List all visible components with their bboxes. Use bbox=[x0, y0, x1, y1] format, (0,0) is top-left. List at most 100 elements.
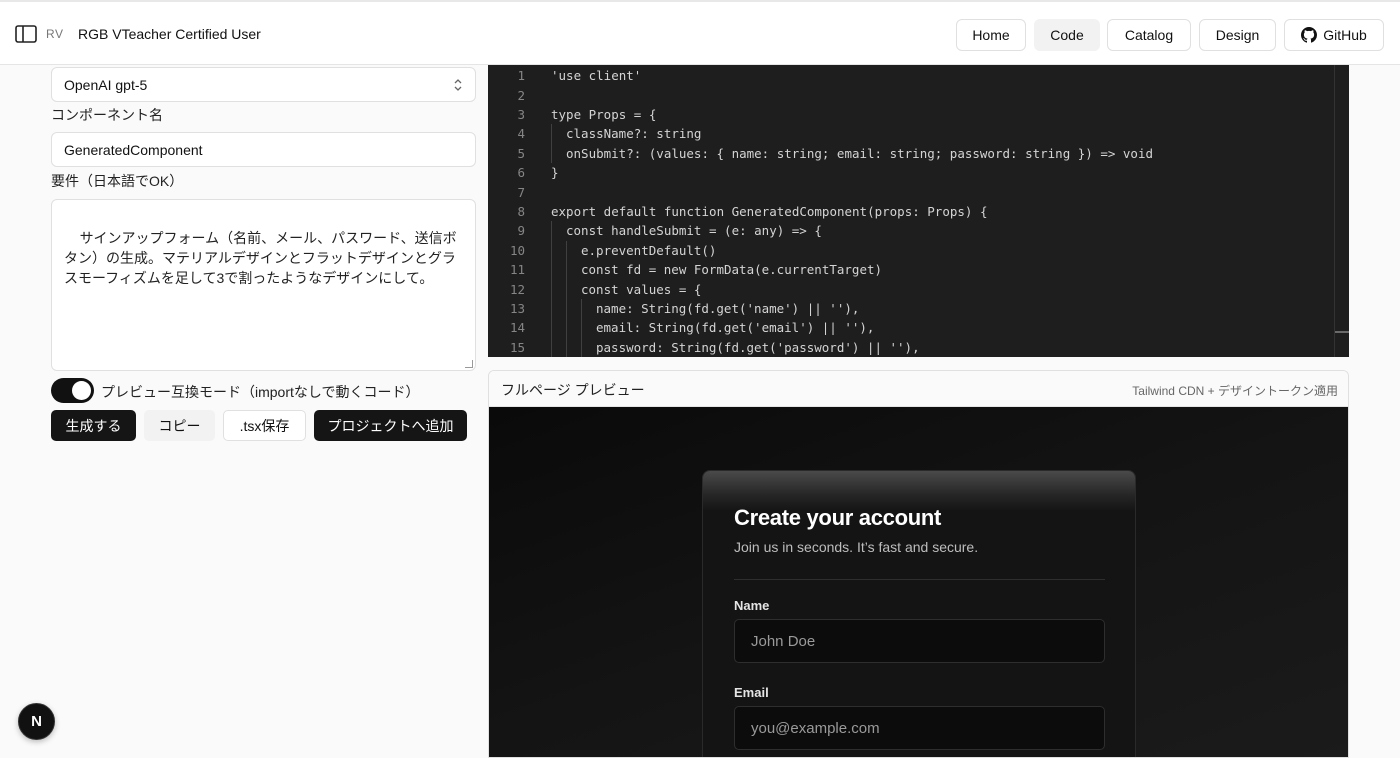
code-line: 9 const handleSubmit = (e: any) => { bbox=[488, 221, 1333, 241]
resize-handle[interactable] bbox=[465, 360, 473, 368]
indent-guide bbox=[581, 337, 582, 357]
preview-header: フルページ プレビュー Tailwind CDN + デザイントークン適用 bbox=[489, 371, 1348, 407]
generate-label: 生成する bbox=[65, 417, 122, 434]
line-number: 8 bbox=[517, 203, 525, 219]
indent-guide bbox=[551, 221, 552, 241]
indent-guide bbox=[566, 279, 567, 299]
email-field[interactable]: you@example.com bbox=[734, 706, 1105, 750]
top-bar: RV RGB VTeacher Certified User Home Code… bbox=[0, 0, 1400, 65]
generate-button[interactable]: 生成する bbox=[51, 410, 136, 441]
line-number: 14 bbox=[509, 320, 525, 336]
code-line: 14 email: String(fd.get('email') || ''), bbox=[488, 318, 1333, 338]
email-placeholder: you@example.com bbox=[751, 719, 880, 737]
nextjs-dev-button[interactable]: N bbox=[18, 703, 55, 740]
component-name-input[interactable]: GeneratedComponent bbox=[51, 132, 476, 167]
copy-label: コピー bbox=[158, 417, 201, 434]
code-line: 4 className?: string bbox=[488, 124, 1333, 144]
name-field-label: Name bbox=[734, 598, 770, 613]
preview-panel: フルページ プレビュー Tailwind CDN + デザイントークン適用 Cr… bbox=[488, 370, 1349, 758]
sidebar-toggle-icon[interactable] bbox=[15, 25, 37, 43]
indent-guide bbox=[551, 260, 552, 280]
code-text: onSubmit?: (values: { name: string; emai… bbox=[566, 145, 1153, 161]
add-to-project-label: プロジェクトへ追加 bbox=[327, 417, 454, 434]
indent-guide bbox=[581, 318, 582, 338]
indent-guide bbox=[566, 318, 567, 338]
line-number: 15 bbox=[509, 339, 525, 355]
line-number: 4 bbox=[517, 126, 525, 142]
signup-card: Create your account Join us in seconds. … bbox=[702, 470, 1136, 757]
email-field-label: Email bbox=[734, 685, 769, 700]
requirements-textarea[interactable]: サインアップフォーム（名前、メール、パスワード、送信ボタン）の生成。マテリアルデ… bbox=[51, 199, 476, 371]
editor-scrollbar[interactable] bbox=[1334, 65, 1335, 357]
indent-guide bbox=[566, 260, 567, 280]
code-line: 3 type Props = { bbox=[488, 105, 1333, 124]
line-number: 2 bbox=[517, 87, 525, 103]
preview-title: フルページ プレビュー bbox=[501, 382, 645, 398]
name-placeholder: John Doe bbox=[751, 632, 816, 650]
code-text: type Props = { bbox=[551, 106, 657, 122]
indent-guide bbox=[566, 298, 567, 319]
line-number: 10 bbox=[509, 242, 525, 258]
component-name-label: コンポーネント名 bbox=[51, 107, 163, 123]
code-text: const fd = new FormData(e.currentTarget) bbox=[581, 262, 883, 278]
code-text: 'use client' bbox=[551, 68, 642, 84]
code-text: email: String(fd.get('email') || ''), bbox=[596, 320, 875, 336]
code-line: 5 onSubmit?: (values: { name: string; ema… bbox=[488, 143, 1333, 163]
save-tsx-label: .tsx保存 bbox=[239, 417, 290, 434]
code-text: e.preventDefault() bbox=[581, 242, 717, 258]
indent-guide bbox=[551, 240, 552, 260]
indent-guide bbox=[581, 298, 582, 319]
code-line: 7 bbox=[488, 182, 1333, 201]
nav-home-label: Home bbox=[972, 27, 1010, 43]
nav-code-button[interactable]: Code bbox=[1034, 19, 1100, 51]
line-number: 9 bbox=[517, 223, 525, 239]
code-text: } bbox=[551, 165, 559, 181]
nav-design-label: Design bbox=[1215, 27, 1260, 43]
avatar: RV bbox=[46, 27, 64, 41]
code-text: export default function GeneratedCompone… bbox=[551, 203, 988, 219]
line-number: 6 bbox=[517, 165, 525, 181]
toggle-knob bbox=[72, 381, 91, 400]
chevron-up-down-icon bbox=[454, 78, 462, 91]
indent-guide bbox=[551, 298, 552, 319]
nav-github-button[interactable]: GitHub bbox=[1284, 19, 1384, 51]
nav-home-button[interactable]: Home bbox=[956, 19, 1026, 51]
requirements-value: サインアップフォーム（名前、メール、パスワード、送信ボタン）の生成。マテリアルデ… bbox=[64, 230, 457, 286]
nav-design-button[interactable]: Design bbox=[1199, 19, 1276, 51]
nextjs-logo-icon: N bbox=[31, 713, 42, 730]
code-line: 10 e.preventDefault() bbox=[488, 240, 1333, 260]
code-line: 8 export default function GeneratedCompon… bbox=[488, 202, 1333, 221]
indent-guide bbox=[551, 318, 552, 338]
editor-overview-marker bbox=[1335, 331, 1349, 333]
requirements-label: 要件（日本語でOK） bbox=[51, 173, 184, 189]
model-select[interactable]: OpenAI gpt-5 bbox=[51, 67, 476, 102]
copy-button[interactable]: コピー bbox=[144, 410, 215, 441]
preview-mode-label: プレビュー互換モード（importなしで動くコード） bbox=[101, 384, 420, 400]
add-to-project-button[interactable]: プロジェクトへ追加 bbox=[314, 410, 467, 441]
nav-catalog-button[interactable]: Catalog bbox=[1107, 19, 1191, 51]
nav-github-label: GitHub bbox=[1323, 27, 1367, 43]
line-number: 5 bbox=[517, 145, 525, 161]
save-tsx-button[interactable]: .tsx保存 bbox=[223, 410, 306, 441]
name-field[interactable]: John Doe bbox=[734, 619, 1105, 663]
component-name-value: GeneratedComponent bbox=[64, 141, 203, 158]
card-divider bbox=[734, 579, 1105, 580]
preview-mode-toggle[interactable] bbox=[51, 378, 94, 403]
code-text: const values = { bbox=[581, 281, 702, 297]
preview-frame[interactable]: Create your account Join us in seconds. … bbox=[489, 407, 1348, 757]
code-line: 11 const fd = new FormData(e.currentTarge… bbox=[488, 260, 1333, 280]
indent-guide bbox=[566, 337, 567, 357]
code-line: 13 name: String(fd.get('name') || ''), bbox=[488, 298, 1333, 319]
line-number: 13 bbox=[509, 300, 525, 316]
indent-guide bbox=[566, 240, 567, 260]
app-title: RGB VTeacher Certified User bbox=[78, 26, 261, 42]
indent-guide bbox=[551, 124, 552, 144]
indent-guide bbox=[551, 143, 552, 163]
line-number: 12 bbox=[509, 281, 525, 297]
line-number: 7 bbox=[517, 184, 525, 200]
indent-guide bbox=[551, 337, 552, 357]
code-text: const handleSubmit = (e: any) => { bbox=[566, 223, 822, 239]
code-editor[interactable]: 1 'use client' 2 3 type Props = {4 className?… bbox=[488, 65, 1349, 357]
code-line: 6} bbox=[488, 163, 1333, 182]
code-text: name: String(fd.get('name') || ''), bbox=[596, 300, 860, 316]
